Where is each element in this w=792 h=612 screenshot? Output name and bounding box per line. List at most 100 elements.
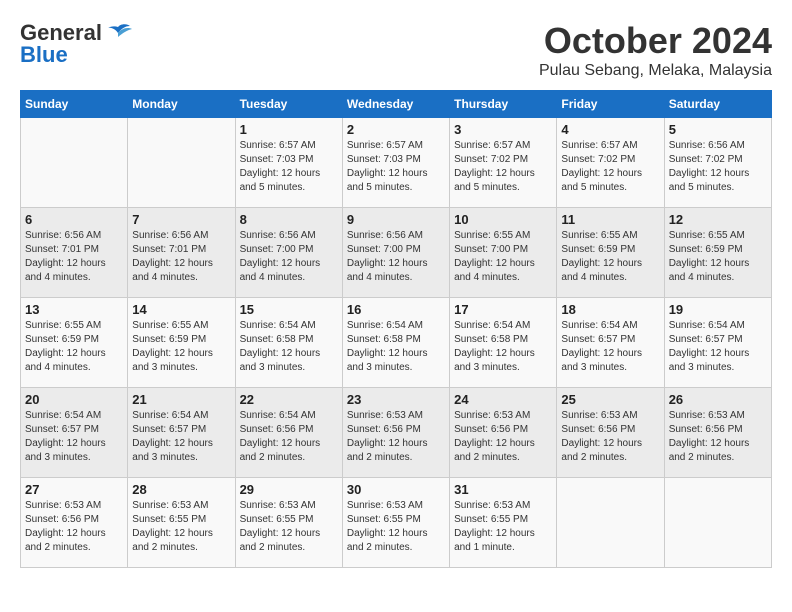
calendar-cell: 17Sunrise: 6:54 AM Sunset: 6:58 PM Dayli… <box>450 298 557 388</box>
calendar-cell <box>664 478 771 568</box>
calendar-cell: 13Sunrise: 6:55 AM Sunset: 6:59 PM Dayli… <box>21 298 128 388</box>
day-info: Sunrise: 6:55 AM Sunset: 6:59 PM Dayligh… <box>132 319 230 375</box>
day-number: 6 <box>25 212 123 227</box>
day-number: 29 <box>240 482 338 497</box>
calendar-cell: 24Sunrise: 6:53 AM Sunset: 6:56 PM Dayli… <box>450 388 557 478</box>
day-info: Sunrise: 6:54 AM Sunset: 6:57 PM Dayligh… <box>132 409 230 465</box>
day-number: 24 <box>454 392 552 407</box>
header-row: SundayMondayTuesdayWednesdayThursdayFrid… <box>21 91 772 118</box>
header-day-thursday: Thursday <box>450 91 557 118</box>
calendar-cell: 18 Sunrise: 6:54 AM Sunset: 6:57 PM Dayli… <box>557 298 664 388</box>
day-number: 16 <box>347 302 445 317</box>
day-info: Sunrise: 6:53 AM Sunset: 6:56 PM Dayligh… <box>669 409 767 465</box>
day-number: 2 <box>347 122 445 137</box>
calendar-cell: 3Sunrise: 6:57 AM Sunset: 7:02 PM Daylig… <box>450 118 557 208</box>
header-day-tuesday: Tuesday <box>235 91 342 118</box>
day-info: Sunrise: 6:53 AM Sunset: 6:56 PM Dayligh… <box>561 409 659 465</box>
calendar-cell: 20 Sunrise: 6:54 AM Sunset: 6:57 PM Dayli… <box>21 388 128 478</box>
day-number: 11 <box>561 212 659 227</box>
day-number: 10 <box>454 212 552 227</box>
calendar-cell: 15 Sunrise: 6:54 AM Sunset: 6:58 PM Dayli… <box>235 298 342 388</box>
day-info: Sunrise: 6:57 AM Sunset: 7:03 PM Dayligh… <box>240 139 338 195</box>
calendar-cell: 22 Sunrise: 6:54 AM Sunset: 6:56 PM Dayli… <box>235 388 342 478</box>
calendar-cell: 21 Sunrise: 6:54 AM Sunset: 6:57 PM Dayli… <box>128 388 235 478</box>
day-info: Sunrise: 6:54 AM Sunset: 6:57 PM Dayligh… <box>669 319 767 375</box>
day-number: 1 <box>240 122 338 137</box>
day-info: Sunrise: 6:57 AM Sunset: 7:02 PM Dayligh… <box>561 139 659 195</box>
calendar-cell: 27 Sunrise: 6:53 AM Sunset: 6:56 PM Dayli… <box>21 478 128 568</box>
logo-blue: Blue <box>20 42 68 68</box>
calendar-cell: 10 Sunrise: 6:55 AM Sunset: 7:00 PM Dayli… <box>450 208 557 298</box>
day-number: 22 <box>240 392 338 407</box>
week-row-1: 6 Sunrise: 6:56 AM Sunset: 7:01 PM Daylig… <box>21 208 772 298</box>
calendar-cell: 30 Sunrise: 6:53 AM Sunset: 6:55 PM Dayli… <box>342 478 449 568</box>
week-row-3: 20 Sunrise: 6:54 AM Sunset: 6:57 PM Dayli… <box>21 388 772 478</box>
calendar-cell: 28 Sunrise: 6:53 AM Sunset: 6:55 PM Dayli… <box>128 478 235 568</box>
day-number: 20 <box>25 392 123 407</box>
day-info: Sunrise: 6:54 AM Sunset: 6:57 PM Dayligh… <box>25 409 123 465</box>
day-number: 31 <box>454 482 552 497</box>
day-number: 3 <box>454 122 552 137</box>
day-number: 25 <box>561 392 659 407</box>
day-info: Sunrise: 6:53 AM Sunset: 6:55 PM Dayligh… <box>347 499 445 555</box>
title-area: October 2024 Pulau Sebang, Melaka, Malay… <box>539 20 772 80</box>
logo: General Blue <box>20 20 132 68</box>
day-info: Sunrise: 6:55 AM Sunset: 6:59 PM Dayligh… <box>561 229 659 285</box>
day-number: 26 <box>669 392 767 407</box>
day-info: Sunrise: 6:54 AM Sunset: 6:57 PM Dayligh… <box>561 319 659 375</box>
day-info: Sunrise: 6:54 AM Sunset: 6:58 PM Dayligh… <box>347 319 445 375</box>
day-info: Sunrise: 6:53 AM Sunset: 6:55 PM Dayligh… <box>454 499 552 555</box>
calendar-header: SundayMondayTuesdayWednesdayThursdayFrid… <box>21 91 772 118</box>
header-day-friday: Friday <box>557 91 664 118</box>
calendar-cell: 23Sunrise: 6:53 AM Sunset: 6:56 PM Dayli… <box>342 388 449 478</box>
week-row-2: 13Sunrise: 6:55 AM Sunset: 6:59 PM Dayli… <box>21 298 772 388</box>
calendar-cell: 2 Sunrise: 6:57 AM Sunset: 7:03 PM Daylig… <box>342 118 449 208</box>
day-info: Sunrise: 6:56 AM Sunset: 7:02 PM Dayligh… <box>669 139 767 195</box>
month-title: October 2024 <box>539 20 772 62</box>
day-number: 27 <box>25 482 123 497</box>
header-day-wednesday: Wednesday <box>342 91 449 118</box>
day-info: Sunrise: 6:56 AM Sunset: 7:00 PM Dayligh… <box>347 229 445 285</box>
day-info: Sunrise: 6:53 AM Sunset: 6:56 PM Dayligh… <box>25 499 123 555</box>
day-info: Sunrise: 6:57 AM Sunset: 7:03 PM Dayligh… <box>347 139 445 195</box>
calendar-cell <box>21 118 128 208</box>
header-day-monday: Monday <box>128 91 235 118</box>
calendar-cell: 1 Sunrise: 6:57 AM Sunset: 7:03 PM Daylig… <box>235 118 342 208</box>
week-row-4: 27 Sunrise: 6:53 AM Sunset: 6:56 PM Dayli… <box>21 478 772 568</box>
day-number: 7 <box>132 212 230 227</box>
day-info: Sunrise: 6:55 AM Sunset: 7:00 PM Dayligh… <box>454 229 552 285</box>
calendar-cell <box>557 478 664 568</box>
day-info: Sunrise: 6:54 AM Sunset: 6:56 PM Dayligh… <box>240 409 338 465</box>
day-number: 21 <box>132 392 230 407</box>
day-info: Sunrise: 6:55 AM Sunset: 6:59 PM Dayligh… <box>669 229 767 285</box>
calendar-cell: 25 Sunrise: 6:53 AM Sunset: 6:56 PM Dayli… <box>557 388 664 478</box>
calendar-cell: 29Sunrise: 6:53 AM Sunset: 6:55 PM Dayli… <box>235 478 342 568</box>
day-info: Sunrise: 6:53 AM Sunset: 6:55 PM Dayligh… <box>132 499 230 555</box>
page-header: General Blue October 2024 Pulau Sebang, … <box>20 20 772 80</box>
day-number: 18 <box>561 302 659 317</box>
day-number: 8 <box>240 212 338 227</box>
calendar-table: SundayMondayTuesdayWednesdayThursdayFrid… <box>20 90 772 568</box>
calendar-cell: 11 Sunrise: 6:55 AM Sunset: 6:59 PM Dayli… <box>557 208 664 298</box>
calendar-cell: 8Sunrise: 6:56 AM Sunset: 7:00 PM Daylig… <box>235 208 342 298</box>
calendar-cell: 16 Sunrise: 6:54 AM Sunset: 6:58 PM Dayli… <box>342 298 449 388</box>
location: Pulau Sebang, Melaka, Malaysia <box>539 62 772 80</box>
day-number: 14 <box>132 302 230 317</box>
day-info: Sunrise: 6:56 AM Sunset: 7:01 PM Dayligh… <box>25 229 123 285</box>
calendar-cell: 4Sunrise: 6:57 AM Sunset: 7:02 PM Daylig… <box>557 118 664 208</box>
day-number: 28 <box>132 482 230 497</box>
day-number: 5 <box>669 122 767 137</box>
day-number: 15 <box>240 302 338 317</box>
day-number: 17 <box>454 302 552 317</box>
calendar-cell: 14 Sunrise: 6:55 AM Sunset: 6:59 PM Dayli… <box>128 298 235 388</box>
calendar-cell: 9 Sunrise: 6:56 AM Sunset: 7:00 PM Daylig… <box>342 208 449 298</box>
calendar-cell: 5 Sunrise: 6:56 AM Sunset: 7:02 PM Daylig… <box>664 118 771 208</box>
day-info: Sunrise: 6:54 AM Sunset: 6:58 PM Dayligh… <box>240 319 338 375</box>
calendar-body: 1 Sunrise: 6:57 AM Sunset: 7:03 PM Daylig… <box>21 118 772 568</box>
header-day-saturday: Saturday <box>664 91 771 118</box>
day-number: 9 <box>347 212 445 227</box>
logo-bird-icon <box>104 23 132 43</box>
day-number: 12 <box>669 212 767 227</box>
day-number: 30 <box>347 482 445 497</box>
calendar-cell: 6 Sunrise: 6:56 AM Sunset: 7:01 PM Daylig… <box>21 208 128 298</box>
